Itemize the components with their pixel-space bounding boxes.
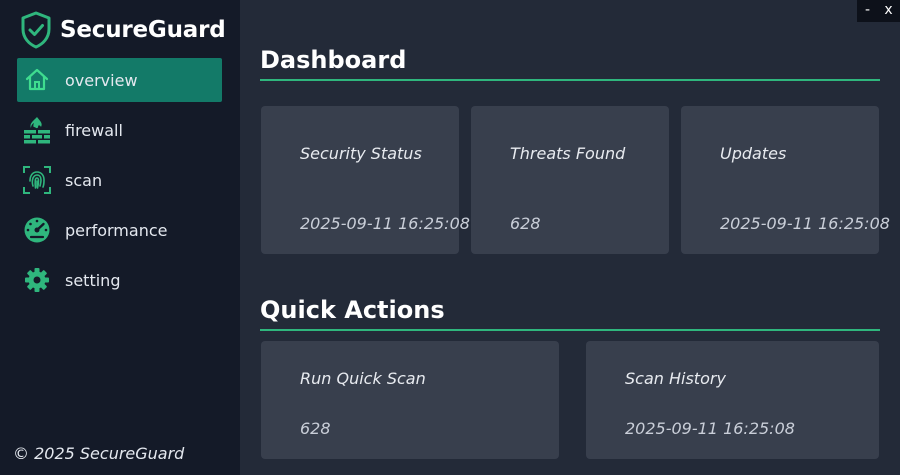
- card-value: 628: [300, 419, 331, 438]
- window-controls: - x: [857, 0, 900, 22]
- scan-history-card[interactable]: Scan History 2025-09-11 16:25:08: [586, 341, 879, 459]
- card-value: 628: [510, 214, 541, 233]
- dashboard-divider: [260, 79, 880, 81]
- card-title: Security Status: [300, 144, 422, 163]
- fingerprint-icon: [23, 166, 51, 194]
- sidebar-item-firewall[interactable]: firewall: [17, 108, 222, 152]
- quick-actions-title: Quick Actions: [260, 296, 445, 324]
- gauge-icon: [24, 217, 50, 243]
- footer-copyright: © 2025 SecureGuard: [13, 444, 185, 463]
- card-title: Updates: [720, 144, 787, 163]
- app-name: SecureGuard: [60, 17, 226, 43]
- card-title: Threats Found: [510, 144, 626, 163]
- home-icon: [25, 68, 49, 91]
- quick-actions-divider: [260, 329, 880, 331]
- updates-card[interactable]: Updates 2025-09-11 16:25:08: [681, 106, 890, 254]
- threats-found-card[interactable]: Threats Found 628: [471, 106, 669, 254]
- sidebar: SecureGuard overview firewall scan perfo…: [0, 0, 240, 475]
- brand: SecureGuard: [20, 11, 226, 49]
- dashboard-title: Dashboard: [260, 46, 407, 74]
- gear-icon: [25, 268, 49, 292]
- sidebar-item-label: scan: [65, 170, 103, 190]
- close-button[interactable]: x: [878, 0, 899, 22]
- minimize-button[interactable]: -: [857, 0, 878, 22]
- card-title: Run Quick Scan: [300, 369, 426, 388]
- shield-check-icon: [21, 11, 51, 49]
- sidebar-item-label: setting: [65, 270, 121, 290]
- card-value: 2025-09-11 16:25:08: [625, 419, 795, 438]
- firewall-icon: [24, 117, 50, 144]
- card-value: 2025-09-11 16:25:08: [300, 214, 470, 233]
- security-status-card[interactable]: Security Status 2025-09-11 16:25:08: [261, 106, 470, 254]
- card-value: 2025-09-11 16:25:08: [720, 214, 890, 233]
- sidebar-item-scan[interactable]: scan: [17, 158, 222, 202]
- sidebar-item-label: performance: [65, 220, 168, 240]
- run-quick-scan-card[interactable]: Run Quick Scan 628: [261, 341, 559, 459]
- sidebar-item-overview[interactable]: overview: [17, 58, 222, 102]
- sidebar-item-label: firewall: [65, 120, 123, 140]
- sidebar-item-performance[interactable]: performance: [17, 208, 222, 252]
- card-title: Scan History: [625, 369, 726, 388]
- sidebar-item-setting[interactable]: setting: [17, 258, 222, 302]
- sidebar-item-label: overview: [65, 70, 138, 90]
